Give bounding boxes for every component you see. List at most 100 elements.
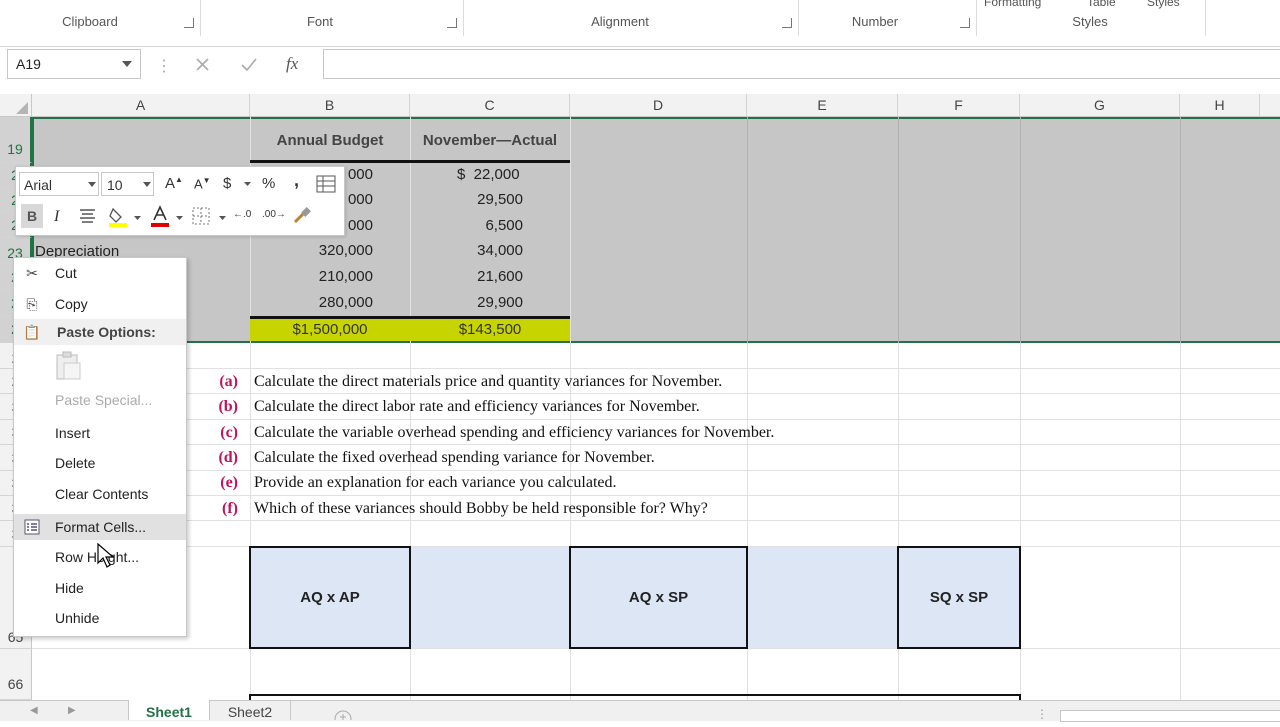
chevron-down-icon[interactable] <box>244 182 251 186</box>
more-options-icon[interactable]: ⋮ <box>156 56 172 76</box>
conditional-formatting-button[interactable]: Formatting <box>984 0 1041 9</box>
insert-function-icon[interactable]: fx <box>286 54 298 74</box>
menu-item-hide[interactable]: Hide <box>14 575 186 601</box>
decrease-font-icon[interactable]: A▼ <box>194 176 211 191</box>
question-label[interactable]: (f) <box>208 500 238 518</box>
question-text[interactable]: Which of these variances should Bobby be… <box>254 500 708 518</box>
format-painter-icon[interactable] <box>292 206 312 226</box>
column-header-a[interactable]: A <box>32 94 250 117</box>
row-header-19[interactable]: 19 <box>0 117 32 163</box>
increase-decimal-icon[interactable]: ←.0 <box>233 209 251 220</box>
bold-button[interactable]: B <box>21 204 43 228</box>
table-cell[interactable]: $ 22,000 <box>457 166 523 183</box>
font-launcher-icon[interactable] <box>447 18 457 28</box>
question-label[interactable]: (b) <box>208 398 238 416</box>
alignment-group-label: Alignment <box>591 14 649 29</box>
menu-item-format-cells[interactable]: Format Cells... <box>14 514 186 540</box>
column-header-g[interactable]: G <box>1020 94 1180 117</box>
table-cell[interactable]: 34,000 <box>410 242 523 259</box>
column-header-c[interactable]: C <box>410 94 570 117</box>
paste-option-icon[interactable] <box>54 351 82 381</box>
font-size-dropdown[interactable]: 10 <box>101 172 154 196</box>
alignment-launcher-icon[interactable] <box>782 18 792 28</box>
decrease-decimal-icon[interactable]: .00→ <box>262 209 286 220</box>
question-text[interactable]: Provide an explanation for each variance… <box>254 474 617 492</box>
table-cell[interactable]: 6,500 <box>410 217 523 234</box>
select-all-triangle-icon <box>16 102 28 114</box>
menu-item-delete[interactable]: Delete <box>14 450 186 476</box>
table-cell[interactable]: 21,600 <box>410 268 523 285</box>
header-november-actual[interactable]: November—Actual <box>410 132 570 149</box>
column-header-f[interactable]: F <box>898 94 1020 117</box>
question-label[interactable]: (c) <box>208 424 238 442</box>
currency-button[interactable]: $ <box>223 175 231 192</box>
ribbon-divider <box>463 0 464 36</box>
fill-color-icon[interactable] <box>108 205 128 227</box>
increase-font-icon[interactable]: A▲ <box>165 175 183 192</box>
comma-style-button[interactable]: , <box>294 170 299 191</box>
font-name-dropdown[interactable]: Arial <box>19 172 99 196</box>
font-color-icon[interactable] <box>150 205 170 227</box>
aq-ap-box[interactable]: AQ x AP <box>249 546 411 649</box>
chevron-down-icon[interactable] <box>176 216 183 220</box>
select-all-corner[interactable] <box>0 94 32 117</box>
x-icon[interactable] <box>196 58 209 71</box>
scroll-tabs-left-icon[interactable]: ◀ <box>30 705 38 716</box>
column-header-e[interactable]: E <box>747 94 898 117</box>
column-header-b[interactable]: B <box>250 94 410 117</box>
chevron-down-icon[interactable] <box>122 61 132 67</box>
table-cell[interactable]: 29,900 <box>410 294 523 311</box>
question-text[interactable]: Calculate the direct labor rate and effi… <box>254 398 700 416</box>
cell-styles-button[interactable]: Styles <box>1147 0 1180 9</box>
chevron-down-icon[interactable] <box>134 216 141 220</box>
menu-item-copy[interactable]: ⎘ Copy <box>14 291 186 317</box>
tab-sheet1[interactable]: Sheet1 <box>128 700 210 720</box>
question-label[interactable]: (e) <box>208 474 238 492</box>
clipboard-launcher-icon[interactable] <box>184 18 194 28</box>
column-header-d[interactable]: D <box>570 94 747 117</box>
question-text[interactable]: Calculate the direct materials price and… <box>254 373 722 391</box>
table-cell[interactable]: 320,000 <box>250 242 373 259</box>
format-table-icon[interactable] <box>316 175 336 193</box>
styles-group-label: Styles <box>1072 14 1108 29</box>
total-annual-budget[interactable]: $1,500,000 <box>250 321 410 338</box>
tab-sheet2[interactable]: Sheet2 <box>210 700 291 720</box>
number-launcher-icon[interactable] <box>960 18 970 28</box>
header-annual-budget[interactable]: Annual Budget <box>250 132 410 149</box>
name-box[interactable]: A19 <box>7 49 141 79</box>
sq-sp-box[interactable]: SQ x SP <box>897 546 1021 649</box>
scroll-tabs-right-icon[interactable]: ▶ <box>68 705 76 716</box>
menu-item-cut[interactable]: ✂ Cut <box>14 260 186 286</box>
menu-item-label: Hide <box>55 580 84 596</box>
italic-button[interactable]: I <box>54 208 59 226</box>
question-label[interactable]: (d) <box>208 449 238 467</box>
menu-item-clear-contents[interactable]: Clear Contents <box>14 481 186 507</box>
question-text[interactable]: Calculate the variable overhead spending… <box>254 424 774 442</box>
table-cell[interactable]: 210,000 <box>250 268 373 285</box>
question-label[interactable]: (a) <box>208 373 238 391</box>
grid-line <box>1020 117 1021 343</box>
menu-item-label: Paste Special... <box>55 392 153 408</box>
aq-sp-box[interactable]: AQ x SP <box>569 546 748 649</box>
check-icon[interactable] <box>241 58 257 71</box>
column-header-h[interactable]: H <box>1180 94 1260 117</box>
grid-line <box>898 117 899 343</box>
chevron-down-icon[interactable] <box>219 216 226 220</box>
add-sheet-icon[interactable] <box>334 709 352 720</box>
bold-label: B <box>27 208 38 224</box>
tab-splitter-icon[interactable]: ⋮ <box>1036 707 1048 721</box>
table-cell[interactable]: 280,000 <box>250 294 373 311</box>
menu-item-insert[interactable]: Insert <box>14 420 186 446</box>
format-as-table-button[interactable]: Table <box>1087 0 1116 9</box>
formula-input[interactable] <box>323 49 1280 79</box>
percent-button[interactable]: % <box>262 175 275 192</box>
table-cell[interactable]: 29,500 <box>410 191 523 208</box>
borders-icon[interactable] <box>192 207 210 225</box>
total-november-actual[interactable]: $143,500 <box>410 321 570 338</box>
column-header-i[interactable] <box>1260 94 1280 117</box>
question-text[interactable]: Calculate the fixed overhead spending va… <box>254 449 655 467</box>
menu-item-unhide[interactable]: Unhide <box>14 605 186 631</box>
align-center-icon[interactable] <box>79 209 96 223</box>
row-header-66[interactable]: 66 <box>0 649 32 700</box>
horizontal-scrollbar[interactable] <box>1060 710 1280 722</box>
